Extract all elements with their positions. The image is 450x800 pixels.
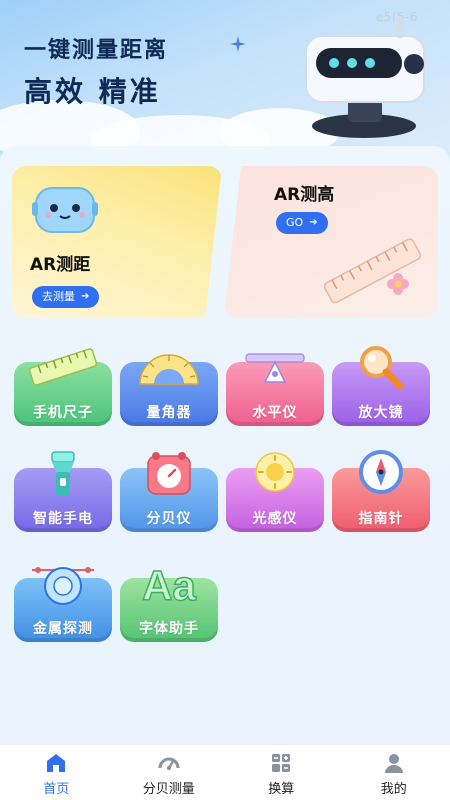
tool-label: 指南针	[358, 511, 404, 527]
tool-spirit-level[interactable]: 水平仪	[226, 350, 324, 428]
tool-label: 量角器	[146, 405, 192, 421]
tool-label: 字体助手	[139, 621, 199, 637]
nav-decibel-label: 分贝测量	[142, 782, 195, 797]
profile-icon	[384, 754, 403, 773]
ar-height-card[interactable]: AR测高 GO ➔	[224, 166, 438, 318]
tool-decibel-meter[interactable]: 分贝仪	[120, 452, 218, 534]
arrow-right-icon: ➔	[81, 291, 90, 302]
tool-label: 水平仪	[252, 405, 298, 421]
home-screen: e5(5-6 一键测量距离 高效 精准 AR测距 去测量 ➔ AR测高 GO ➔…	[0, 0, 450, 800]
metal-detector-icon	[32, 567, 94, 605]
robot-face-icon	[32, 187, 98, 233]
gauge-icon	[158, 757, 180, 770]
level-icon	[245, 353, 305, 383]
ar-height-button-label: GO	[286, 216, 304, 229]
tool-phone-ruler[interactable]: 手机尺子	[14, 348, 112, 428]
tool-label: 放大镜	[358, 405, 404, 421]
tool-label: 金属探测	[33, 621, 93, 637]
banner-headline: 一键测量距离	[24, 38, 169, 63]
decibel-meter-icon	[147, 452, 191, 495]
ar-distance-title: AR测距	[30, 255, 91, 275]
calculator-icon	[272, 754, 291, 772]
nav-convert[interactable]: 换算	[225, 745, 338, 800]
nav-decibel[interactable]: 分贝测量	[113, 745, 226, 800]
magnifier-icon	[360, 346, 404, 390]
home-icon	[47, 754, 66, 772]
ar-distance-button-label: 去测量	[42, 290, 75, 303]
tool-flashlight[interactable]: 智能手电	[14, 451, 112, 534]
svg-text:Aa: Aa	[142, 562, 196, 606]
nav-home-label: 首页	[43, 782, 70, 797]
robot-rangefinder-icon	[305, 18, 425, 138]
tool-label: 智能手电	[33, 511, 93, 527]
tool-compass[interactable]: 指南针	[332, 450, 430, 534]
light-sensor-icon	[255, 452, 295, 492]
tool-label: 分贝仪	[146, 511, 192, 527]
tool-light-sensor[interactable]: 光感仪	[226, 452, 324, 534]
tool-protractor[interactable]: 量角器	[120, 350, 218, 428]
nav-profile[interactable]: 我的	[338, 745, 450, 800]
tool-font-helper[interactable]: Aa 字体助手	[120, 561, 218, 644]
ar-height-button[interactable]: GO ➔	[276, 212, 328, 234]
bottom-nav: 首页 分贝测量 换算 我的	[0, 744, 450, 800]
ar-height-title: AR测高	[274, 185, 335, 205]
sparkle-icon	[230, 36, 246, 52]
tool-magnifier[interactable]: 放大镜	[332, 346, 430, 428]
ruler-icon	[28, 348, 98, 386]
tool-label: 手机尺子	[33, 405, 93, 421]
nav-profile-label: 我的	[380, 782, 407, 797]
arrow-right-icon: ➔	[309, 217, 318, 228]
hero-banner: e5(5-6 一键测量距离 高效 精准	[0, 0, 450, 155]
tool-label: 光感仪	[252, 511, 298, 527]
nav-convert-label: 换算	[268, 782, 295, 797]
nav-home[interactable]: 首页	[0, 745, 113, 800]
tool-metal-detector[interactable]: 金属探测	[14, 566, 112, 644]
ar-distance-card[interactable]: AR测距 去测量 ➔	[12, 166, 222, 318]
flashlight-icon	[51, 451, 75, 496]
protractor-icon	[139, 354, 199, 385]
banner-subheadline: 高效 精准	[24, 75, 161, 108]
ruler-flower-icon	[323, 238, 422, 304]
font-icon: Aa	[141, 561, 197, 606]
ar-distance-button[interactable]: 去测量 ➔	[32, 286, 100, 308]
compass-icon	[359, 450, 403, 494]
